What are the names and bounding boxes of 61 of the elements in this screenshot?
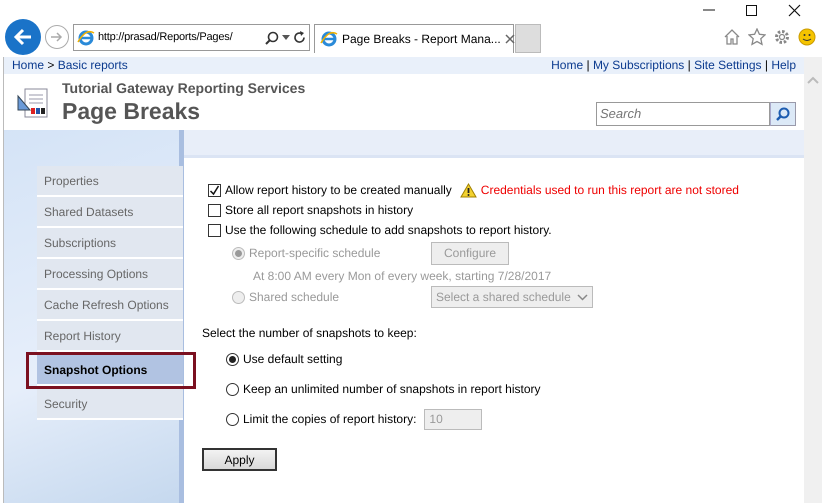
option-label: Shared schedule: [249, 289, 340, 306]
search-field[interactable]: Search: [596, 102, 770, 126]
warning-text: Credentials used to run this report are not stored: [480, 182, 739, 199]
option-label: Store all report snapshots in history: [225, 202, 414, 219]
refresh-icon[interactable]: [293, 31, 306, 44]
option-label: Limit the copies of report history:: [243, 411, 416, 428]
nav-link-text[interactable]: My Subscriptions: [592, 58, 684, 72]
sidebar-item[interactable]: Snapshot Options: [37, 355, 183, 386]
checkbox[interactable]: [208, 204, 221, 216]
address-bar[interactable]: http://prasad/Reports/Pages/: [73, 24, 310, 51]
search-button[interactable]: [770, 102, 796, 126]
sidebar-item[interactable]: Processing Options: [37, 259, 183, 290]
sidebar-item[interactable]: Report History: [37, 321, 183, 352]
close-icon[interactable]: [788, 4, 801, 17]
sidebar-item[interactable]: Security: [37, 389, 183, 420]
link-separator: |: [586, 58, 590, 72]
nav-link-text[interactable]: Help: [771, 58, 796, 72]
apply-button[interactable]: Apply: [202, 448, 277, 471]
browser-logo-icon: [77, 28, 95, 46]
option-label: Report-specific schedule: [249, 245, 382, 262]
home-icon[interactable]: [723, 28, 741, 46]
checkbox[interactable]: [208, 224, 221, 236]
option-label: Keep an unlimited number of snapshots in report history: [243, 381, 540, 398]
browser-logo-icon: [320, 30, 338, 48]
settings-icon[interactable]: [773, 28, 791, 46]
back-arrow-icon: [13, 28, 33, 46]
nav-link-text[interactable]: Home: [551, 58, 584, 72]
option-label: Use the following schedule to add snapshots to report history.: [225, 222, 552, 239]
url-text: http://prasad/Reports/Pages/: [98, 30, 234, 46]
breadcrumb-link[interactable]: Home: [12, 58, 44, 72]
link-separator: |: [688, 58, 691, 72]
link-separator: |: [764, 58, 768, 72]
breadcrumb-separator: >: [47, 58, 54, 72]
schedule-description: At 8:00 AM every Mon of every week, starting 7/28/2017: [253, 268, 552, 285]
breadcrumb-link[interactable]: Basic reports: [58, 58, 128, 72]
tab-title: Page Breaks - Report Mana...: [342, 31, 501, 48]
browser-tab[interactable]: Page Breaks - Report Mana...: [314, 24, 514, 53]
site-subtitle: Tutorial Gateway Reporting Services: [62, 80, 306, 97]
forward-arrow-icon: [50, 31, 64, 43]
search-icon[interactable]: [265, 30, 279, 44]
option-label: Allow report history to be created manually: [225, 182, 452, 199]
sidebar-item[interactable]: Cache Refresh Options: [37, 290, 183, 321]
smiley-icon[interactable]: [798, 28, 816, 46]
section-heading: Select the number of snapshots to keep:: [202, 325, 418, 342]
search-icon: [776, 107, 790, 121]
sidebar-item[interactable]: Properties: [37, 166, 183, 197]
checkmark-icon: [209, 184, 220, 196]
page-title: Page Breaks: [62, 97, 202, 125]
nav-link-text[interactable]: Site Settings: [694, 58, 762, 72]
radio-button[interactable]: [226, 352, 239, 366]
sidebar-item[interactable]: Shared Datasets: [37, 197, 183, 228]
star-icon[interactable]: [748, 28, 766, 46]
dropdown-caret-icon[interactable]: [282, 34, 290, 40]
warning-icon: [460, 182, 477, 198]
checkbox[interactable]: [208, 184, 221, 196]
maximize-icon[interactable]: [745, 4, 758, 17]
back-button[interactable]: [5, 19, 41, 55]
sidebar-item[interactable]: Subscriptions: [37, 228, 183, 259]
option-label: Use default setting: [243, 351, 342, 368]
chevron-down-icon: [576, 294, 588, 300]
radio-button[interactable]: [226, 382, 239, 396]
